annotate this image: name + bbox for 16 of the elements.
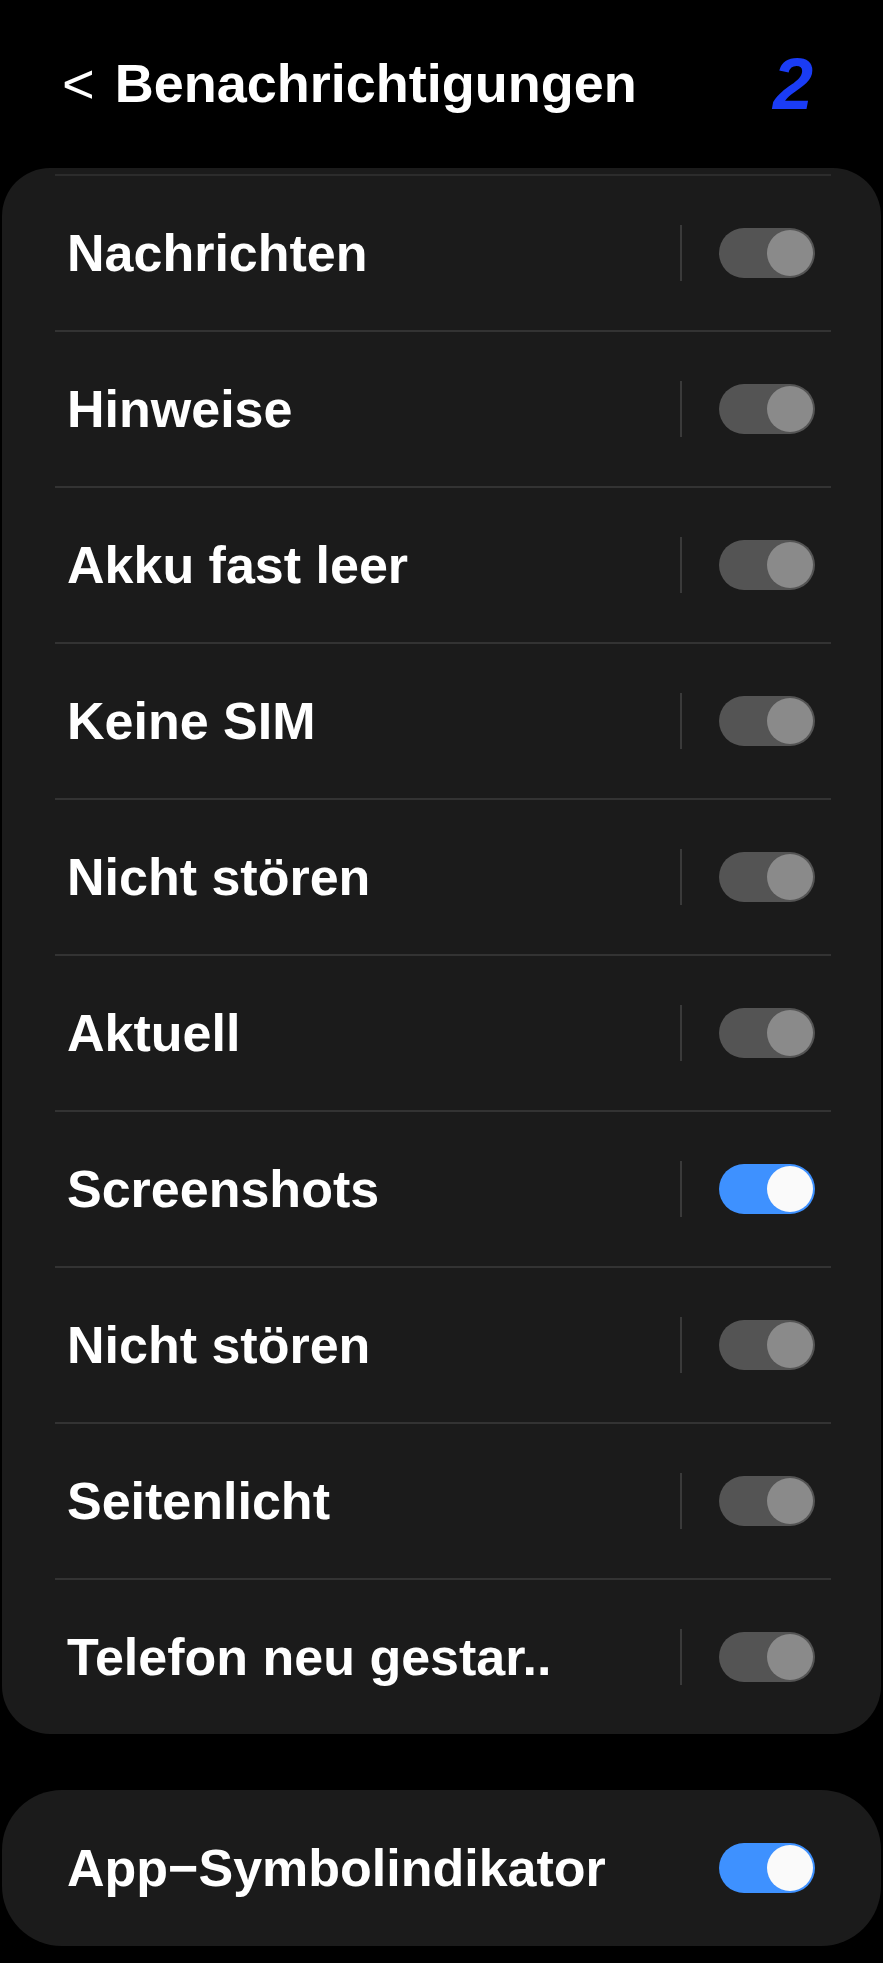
setting-label: Screenshots — [66, 1159, 381, 1220]
setting-label: Nachrichten — [66, 223, 369, 284]
setting-label: Hinweise — [66, 379, 294, 440]
setting-label: Keine SIM — [66, 691, 317, 752]
toggle-switch[interactable] — [719, 1164, 815, 1214]
setting-label: Akku fast leer — [66, 535, 410, 596]
setting-label: Nicht stören — [66, 847, 372, 908]
setting-label: Seitenlicht — [66, 1471, 331, 1532]
toggle-switch[interactable] — [719, 1843, 815, 1893]
back-button[interactable]: < — [62, 56, 115, 112]
setting-label: Telefon neu gestar.. — [66, 1627, 553, 1688]
handwritten-annotation: 2 — [772, 48, 813, 120]
setting-label: App−Symbolindikator — [66, 1838, 607, 1899]
setting-label: Aktuell — [66, 1003, 242, 1064]
page-title: Benachrichtigungen — [114, 54, 637, 114]
setting-label: Nicht stören — [66, 1315, 372, 1376]
